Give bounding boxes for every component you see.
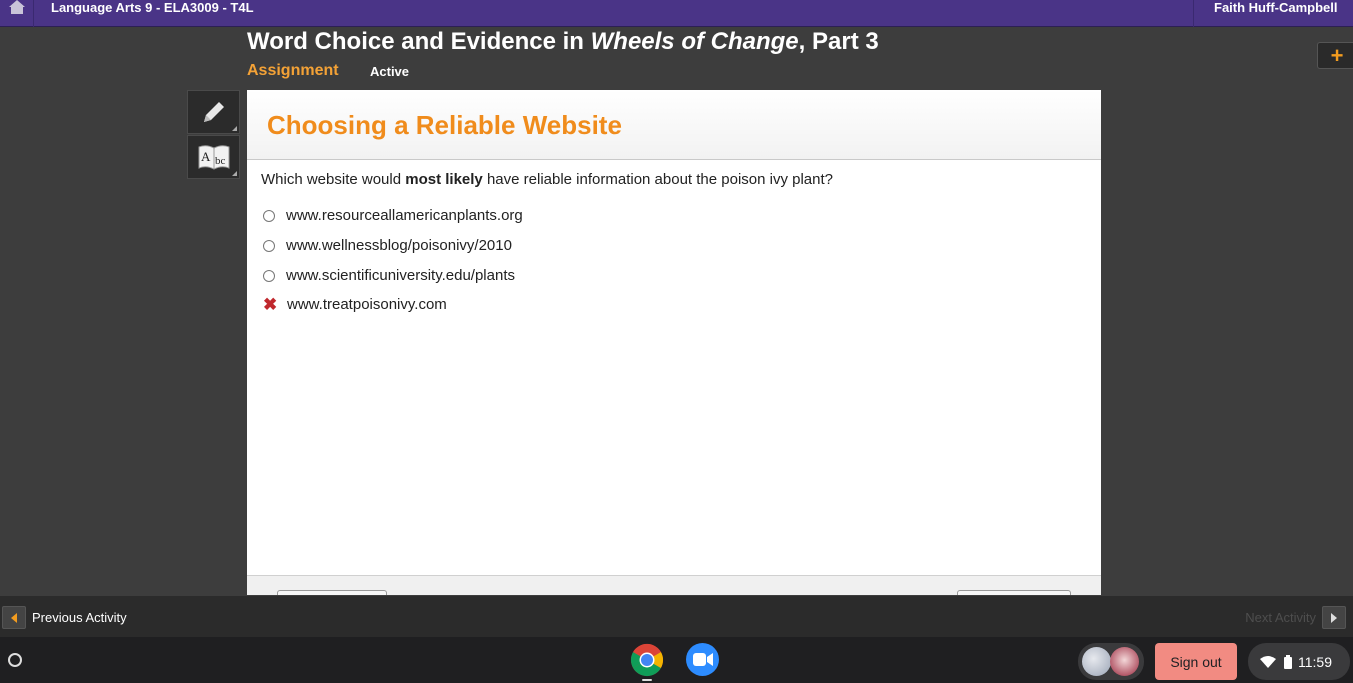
user-name[interactable]: Faith Huff-Campbell [1193, 0, 1353, 27]
status-tray[interactable]: 11:59 [1248, 643, 1350, 680]
launcher-icon[interactable] [8, 653, 22, 667]
avatar [1082, 647, 1111, 676]
activity-nav-bar: Previous Activity Next Activity [0, 596, 1353, 637]
zoom-icon[interactable] [686, 643, 719, 676]
card-header: Choosing a Reliable Website [247, 90, 1101, 160]
question-after: have reliable information about the pois… [482, 171, 834, 188]
next-activity-button[interactable] [1322, 606, 1346, 629]
answer-option[interactable]: www.wellnessblog/poisonivy/2010 [263, 237, 512, 254]
card-footer [247, 575, 1101, 595]
status-label: Active [370, 64, 410, 79]
question-text: Which website would most likely have rel… [261, 171, 833, 188]
plus-icon: + [1330, 42, 1344, 68]
footer-right-button[interactable] [957, 590, 1071, 595]
dictionary-glyph-bc: bc [215, 155, 226, 167]
option-label: www.resourceallamericanplants.org [286, 207, 523, 224]
title-prefix: Word Choice and Evidence in [247, 28, 591, 55]
option-label: www.wellnessblog/poisonivy/2010 [286, 237, 512, 254]
add-button[interactable]: + [1317, 42, 1353, 69]
wifi-icon [1260, 655, 1276, 668]
assignment-label: Assignment [247, 62, 339, 79]
dictionary-icon: A bc [198, 145, 229, 170]
option-label: www.scientificuniversity.edu/plants [286, 267, 515, 284]
dictionary-glyph-a: A [201, 149, 211, 164]
sign-out-button[interactable]: Sign out [1155, 643, 1237, 680]
answer-option[interactable]: www.scientificuniversity.edu/plants [263, 267, 515, 284]
footer-left-button[interactable] [277, 590, 387, 595]
option-label: www.treatpoisonivy.com [287, 296, 447, 313]
previous-activity-label[interactable]: Previous Activity [32, 610, 127, 625]
incorrect-x-icon: ✖ [263, 294, 278, 314]
pencil-icon [203, 102, 224, 122]
clock: 11:59 [1298, 653, 1332, 670]
home-button[interactable] [0, 0, 34, 27]
pencil-tool-button[interactable] [187, 90, 240, 134]
tool-corner [232, 171, 237, 176]
radio-button[interactable] [263, 269, 275, 282]
course-top-bar: Language Arts 9 - ELA3009 - T4L Faith Hu… [0, 0, 1353, 27]
page-title: Word Choice and Evidence in Wheels of Ch… [247, 28, 879, 56]
tool-corner [232, 126, 237, 131]
os-shelf [0, 637, 1353, 683]
video-camera-icon [692, 653, 713, 666]
home-icon [8, 0, 25, 14]
course-title[interactable]: Language Arts 9 - ELA3009 - T4L [51, 0, 254, 15]
card-title: Choosing a Reliable Website [267, 110, 622, 140]
chrome-icon[interactable] [630, 643, 664, 677]
answer-option-incorrect[interactable]: ✖ www.treatpoisonivy.com [263, 294, 447, 314]
radio-button[interactable] [263, 209, 275, 222]
arrow-right-icon [1331, 612, 1337, 623]
previous-activity-button[interactable] [2, 606, 26, 629]
radio-button[interactable] [263, 239, 275, 252]
title-suffix: , Part 3 [798, 28, 879, 55]
battery-icon [1284, 654, 1292, 669]
avatar [1110, 647, 1139, 676]
dictionary-tool-button[interactable]: A bc [187, 135, 240, 179]
account-pill[interactable] [1078, 643, 1144, 680]
arrow-left-icon [11, 612, 17, 623]
answer-option[interactable]: www.resourceallamericanplants.org [263, 207, 523, 224]
title-italic: Wheels of Change [590, 28, 799, 55]
question-bold: most likely [405, 171, 483, 188]
activity-card: Choosing a Reliable Website Which websit… [247, 90, 1101, 595]
question-before: Which website would [261, 171, 406, 188]
next-activity-label: Next Activity [1245, 610, 1316, 625]
chrome-active-indicator [642, 679, 652, 681]
